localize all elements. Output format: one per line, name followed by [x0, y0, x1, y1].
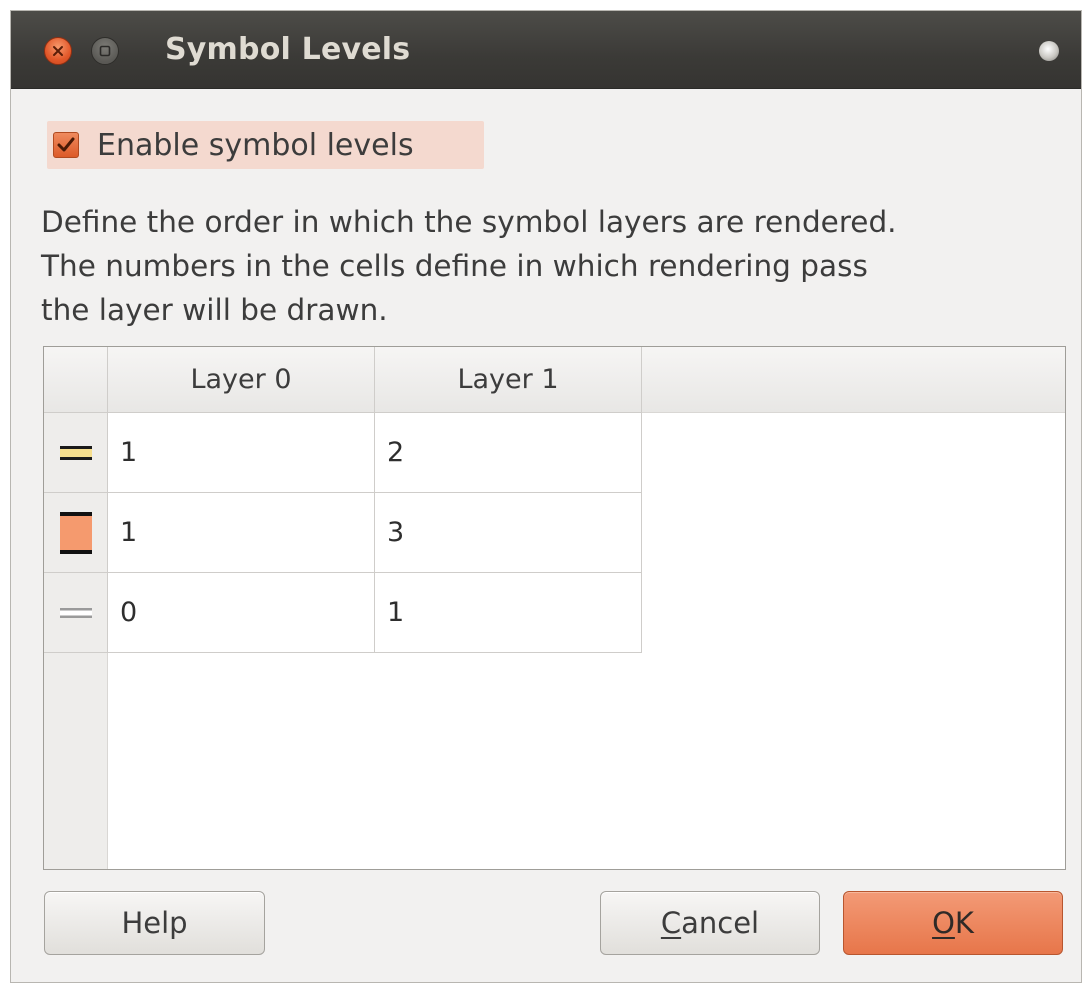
help-button[interactable]: Help: [44, 891, 265, 955]
table-cell[interactable]: 0: [108, 573, 375, 653]
ok-label-rest: K: [954, 906, 974, 940]
cancel-button-label: Cancel: [661, 906, 759, 940]
symbol-levels-table[interactable]: Layer 0 Layer 1 1 2 1 3 0 1: [43, 346, 1066, 870]
window-title: Symbol Levels: [165, 32, 411, 67]
description-line: Define the order in which the symbol lay…: [41, 205, 897, 239]
table-corner[interactable]: [44, 347, 108, 413]
enable-symbol-levels-checkbox[interactable]: Enable symbol levels: [47, 121, 484, 169]
cancel-button[interactable]: Cancel: [600, 891, 820, 955]
row-header-fill-symbol-orange[interactable]: [44, 493, 108, 573]
table-cell[interactable]: 3: [375, 493, 642, 573]
close-icon: [53, 46, 63, 56]
description-line: the layer will be drawn.: [41, 293, 388, 327]
title-bar[interactable]: Symbol Levels: [11, 11, 1081, 89]
description-text: Define the order in which the symbol lay…: [41, 200, 1071, 332]
help-button-label: Help: [121, 906, 188, 940]
maximize-icon: [99, 45, 111, 57]
enable-symbol-levels-label: Enable symbol levels: [97, 127, 414, 163]
row-header-line-symbol-tan[interactable]: [44, 413, 108, 493]
table-cell[interactable]: 2: [375, 413, 642, 493]
line-symbol-tan-icon: [59, 445, 92, 460]
ok-button-label: OK: [932, 906, 974, 940]
table-cell[interactable]: 1: [108, 413, 375, 493]
maximize-button[interactable]: [91, 37, 119, 65]
ok-mnemonic: O: [932, 906, 955, 940]
column-header-layer-0[interactable]: Layer 0: [108, 347, 375, 413]
cancel-mnemonic: C: [660, 906, 682, 940]
cancel-label-rest: ancel: [681, 906, 760, 940]
symbol-levels-dialog: Symbol Levels Enable symbol levels Defin…: [10, 10, 1082, 983]
description-line: The numbers in the cells define in which…: [41, 249, 868, 283]
checkbox-checked-icon[interactable]: [53, 132, 79, 158]
table-cell[interactable]: 1: [108, 493, 375, 573]
table-cell[interactable]: 1: [375, 573, 642, 653]
close-button[interactable]: [44, 37, 72, 65]
window-menu-icon[interactable]: [1039, 41, 1059, 61]
column-header-layer-1[interactable]: Layer 1: [375, 347, 642, 413]
line-symbol-gray-icon: [59, 607, 92, 618]
row-header-line-symbol-gray[interactable]: [44, 573, 108, 653]
fill-symbol-orange-icon: [59, 511, 92, 554]
ok-button[interactable]: OK: [843, 891, 1063, 955]
